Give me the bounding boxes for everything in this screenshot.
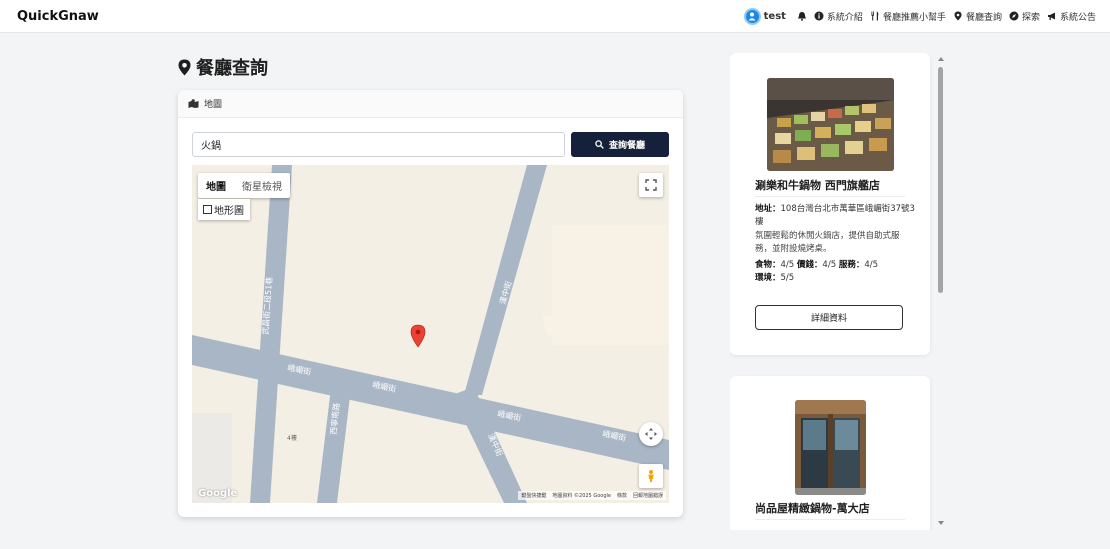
- fullscreen-icon: [645, 179, 657, 191]
- search-button-label: 查詢餐廳: [608, 141, 645, 151]
- nav-label: 餐廳推薦小幫手: [882, 12, 946, 23]
- utensils-icon: [871, 11, 879, 21]
- nav-label: 系統介紹: [826, 12, 863, 23]
- user-menu[interactable]: test: [743, 7, 790, 25]
- results-scrollbar[interactable]: [936, 55, 946, 527]
- page-title-text: 餐廳查詢: [196, 58, 268, 79]
- restaurant-photo: [795, 400, 866, 495]
- map-attribution: 鍵盤快捷鍵 地圖資料 ©2025 Google 條款 回報地圖錯誤: [518, 491, 666, 500]
- results-panel[interactable]: 涮樂和牛鍋物 西門旗艦店 地址：108台灣台北市萬華區峨嵋街37號3樓 氛圍輕鬆…: [730, 53, 945, 530]
- map-card-title: 地圖: [204, 100, 223, 110]
- google-map[interactable]: 峨嵋街 峨嵋街 峨嵋街 峨嵋街 武昌街二段51巷 漢中街 西寧南路 漢中街 4樓…: [192, 165, 669, 503]
- top-navbar: QuickGnaw test 系統介紹 餐廳推薦小幫手 餐廳查詢 探索 系統公告: [0, 0, 1110, 33]
- scroll-up-arrow[interactable]: [938, 57, 944, 61]
- user-avatar-icon: [743, 7, 761, 25]
- notification-button[interactable]: [797, 11, 807, 21]
- divider: [755, 196, 905, 197]
- page-title: 餐廳查詢: [178, 54, 268, 80]
- scroll-thumb[interactable]: [938, 67, 943, 293]
- nav-item-announcements[interactable]: 系統公告: [1047, 10, 1096, 23]
- attrib-data: 地圖資料 ©2025 Google: [552, 493, 611, 499]
- megaphone-icon: [1047, 12, 1055, 20]
- nav-label: 餐廳查詢: [965, 12, 1002, 23]
- map-card: 地圖 查詢餐廳 峨嵋街 峨嵋街 峨嵋街 峨嵋街 武昌街二段51巷 漢中街: [178, 90, 683, 517]
- map-type-map[interactable]: 地圖: [198, 173, 234, 198]
- nav-item-search[interactable]: 餐廳查詢: [953, 10, 1002, 23]
- fullscreen-button[interactable]: [639, 173, 663, 197]
- map-roads: 峨嵋街 峨嵋街 峨嵋街 峨嵋街 武昌街二段51巷 漢中街 西寧南路 漢中街 4樓: [192, 165, 669, 503]
- nav-item-intro[interactable]: 系統介紹: [814, 10, 863, 23]
- nav-item-explore[interactable]: 探索: [1009, 10, 1040, 23]
- terrain-label: 地形圖: [214, 206, 244, 217]
- restaurant-name: 涮樂和牛鍋物 西門旗艦店: [755, 179, 880, 192]
- restaurant-ratings: 食物：4/5 價錢：4/5 服務：4/5 環境：5/5: [755, 260, 879, 283]
- map-type-toggle: 地圖 衛星檢視: [198, 173, 290, 198]
- nav-label: 探索: [1021, 12, 1040, 23]
- search-icon: [595, 140, 604, 149]
- search-input[interactable]: [192, 132, 565, 157]
- map-card-header: 地圖: [178, 90, 683, 118]
- scroll-down-arrow[interactable]: [938, 521, 944, 525]
- camera-control-icon: [645, 428, 657, 440]
- search-row: 查詢餐廳: [192, 132, 669, 157]
- compass-icon: [1009, 11, 1019, 21]
- user-name: test: [763, 10, 786, 22]
- map-icon: [188, 99, 199, 108]
- restaurant-description: 氛圍輕鬆的休閒火鍋店，提供自助式服務，並附設燒烤桌。: [755, 231, 900, 254]
- restaurant-card: 尚品屋精緻鍋物-萬大店: [730, 376, 930, 530]
- bell-icon: [797, 12, 806, 21]
- restaurant-info: 地址：108台灣台北市萬華區峨嵋街37號3樓 氛圍輕鬆的休閒火鍋店，提供自助式服…: [755, 203, 915, 284]
- map-pin-icon: [954, 11, 962, 21]
- nav-item-assistant[interactable]: 餐廳推薦小幫手: [870, 10, 946, 23]
- divider: [755, 519, 905, 520]
- nav-label: 系統公告: [1059, 12, 1096, 23]
- terrain-toggle[interactable]: 地形圖: [198, 199, 250, 220]
- map-pin-icon: [178, 59, 191, 75]
- map-type-satellite[interactable]: 衛星檢視: [234, 173, 290, 198]
- terrain-checkbox[interactable]: [203, 205, 212, 214]
- attrib-shortcuts[interactable]: 鍵盤快捷鍵: [521, 492, 546, 499]
- attrib-report[interactable]: 回報地圖錯誤: [633, 492, 663, 499]
- svg-text:4樓: 4樓: [287, 434, 297, 442]
- attrib-terms[interactable]: 條款: [617, 492, 627, 499]
- restaurant-name: 尚品屋精緻鍋物-萬大店: [755, 502, 870, 515]
- street-view-button[interactable]: [639, 464, 663, 488]
- restaurant-photo: [767, 78, 894, 171]
- pegman-icon: [648, 470, 654, 482]
- restaurant-card: 涮樂和牛鍋物 西門旗艦店 地址：108台灣台北市萬華區峨嵋街37號3樓 氛圍輕鬆…: [730, 53, 930, 355]
- camera-control-button[interactable]: [639, 422, 663, 446]
- brand-logo[interactable]: QuickGnaw: [17, 9, 99, 24]
- restaurant-address: 地址：108台灣台北市萬華區峨嵋街37號3樓: [755, 204, 915, 227]
- nav-menu: test 系統介紹 餐廳推薦小幫手 餐廳查詢 探索 系統公告: [743, 7, 1096, 25]
- info-circle-icon: [814, 11, 824, 21]
- detail-button[interactable]: 詳細資料: [755, 305, 903, 330]
- search-restaurant-button[interactable]: 查詢餐廳: [571, 132, 669, 157]
- google-logo: Google: [198, 488, 238, 499]
